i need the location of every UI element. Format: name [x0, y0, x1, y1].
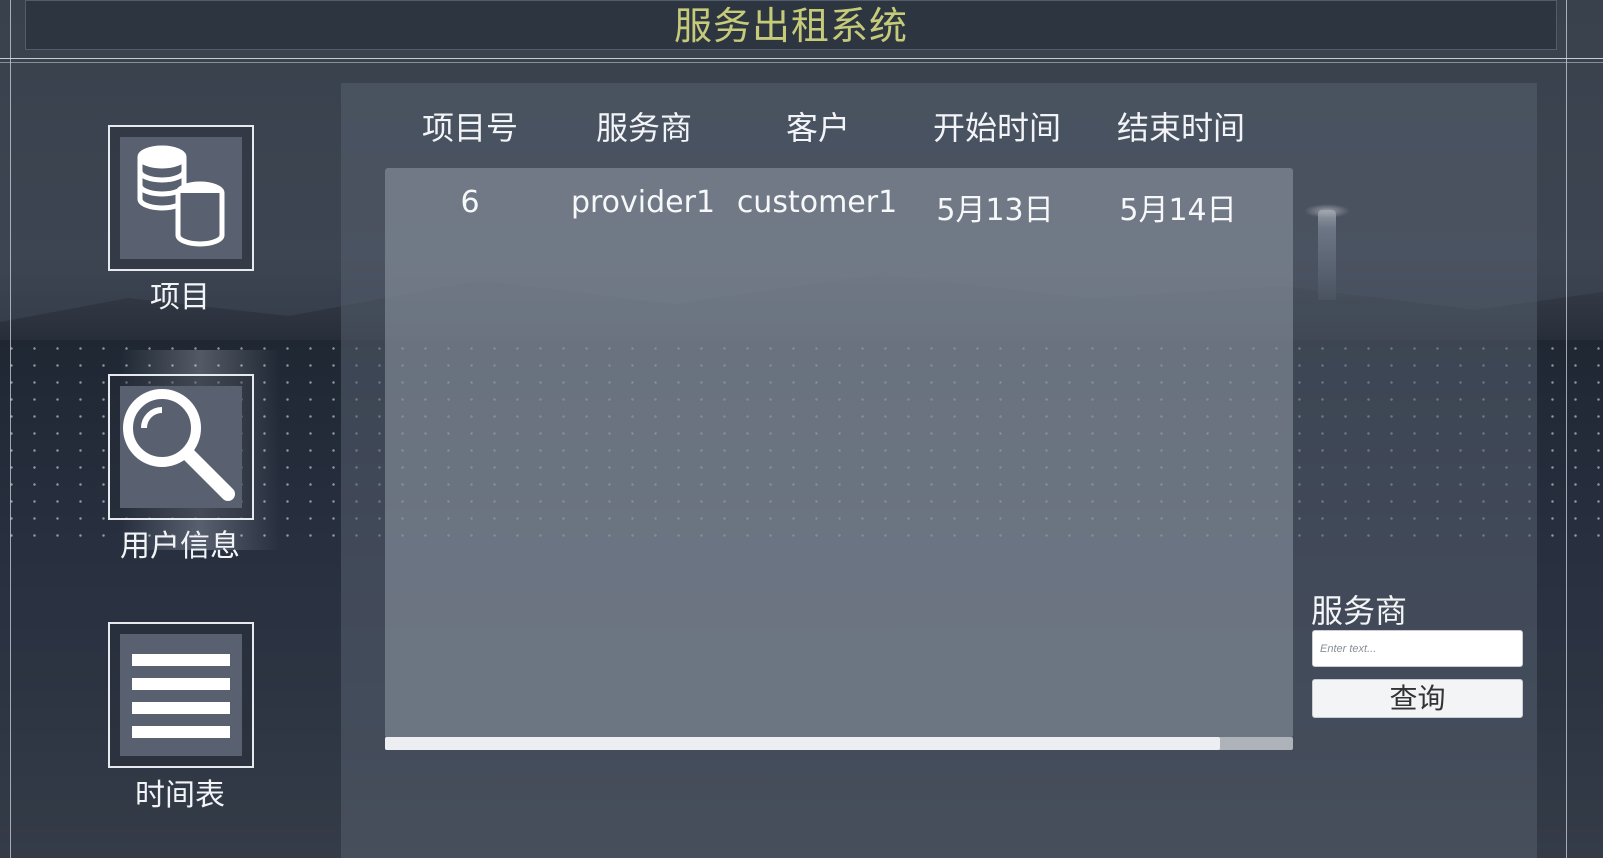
frame-line-right: [1566, 0, 1567, 858]
horizontal-scrollbar[interactable]: [385, 737, 1293, 750]
sidebar-item-projects[interactable]: [108, 125, 254, 271]
sidebar-label-schedule: 时间表: [135, 778, 225, 813]
frame-line-top2: [0, 62, 1603, 63]
frame-line-top: [0, 58, 1603, 59]
sidebar-item-user-info[interactable]: [108, 374, 254, 520]
sidebar-label-user-info: 用户信息: [120, 529, 240, 564]
header-bar: 服务出租系统: [25, 0, 1557, 50]
provider-search-input[interactable]: [1312, 630, 1523, 667]
filter-label-provider: 服务商: [1311, 592, 1408, 630]
app-title: 服务出租系统: [673, 4, 908, 48]
cell-start-time: 5月13日: [936, 193, 1054, 228]
sidebar-item-schedule[interactable]: [108, 622, 254, 768]
table-body[interactable]: [385, 168, 1293, 738]
cell-end-time: 5月14日: [1119, 193, 1237, 228]
sidebar-label-projects: 项目: [150, 280, 210, 315]
query-button[interactable]: 查询: [1312, 679, 1523, 718]
scrollbar-thumb[interactable]: [385, 737, 1221, 750]
search-icon: [120, 386, 242, 508]
database-icon: [120, 137, 242, 259]
cell-project-id: 6: [460, 185, 480, 220]
frame-line-left: [10, 0, 11, 858]
column-header-customer: 客户: [785, 109, 850, 147]
list-icon: [120, 634, 242, 756]
cell-customer: customer1: [736, 185, 898, 220]
column-header-provider: 服务商: [595, 109, 692, 147]
cell-provider: provider1: [570, 185, 716, 220]
column-header-end-time: 结束时间: [1116, 109, 1245, 147]
column-header-project-id: 项目号: [421, 109, 518, 147]
column-header-start-time: 开始时间: [932, 109, 1061, 147]
